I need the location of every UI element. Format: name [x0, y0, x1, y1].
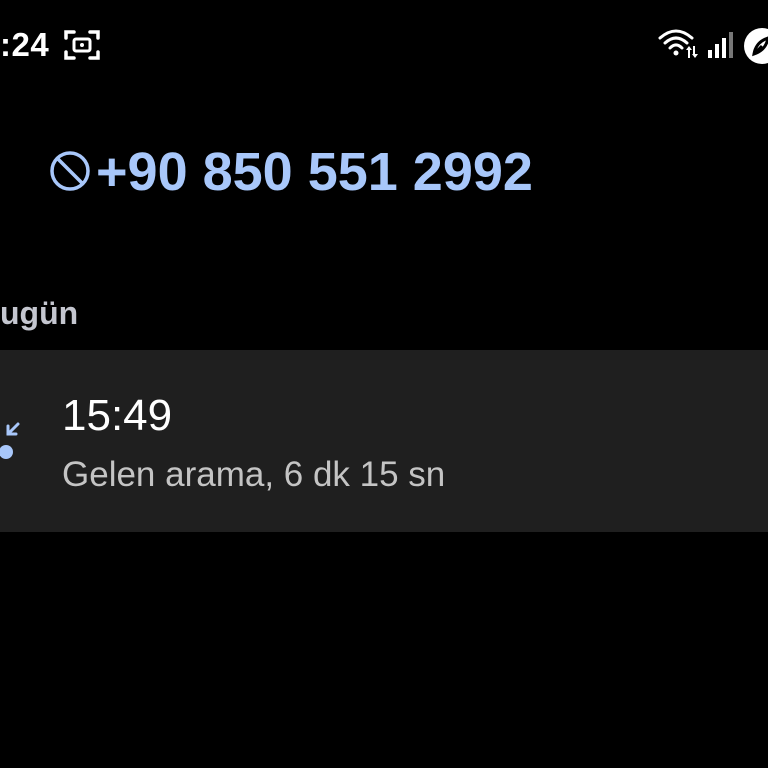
- blocked-icon: [48, 149, 92, 193]
- call-details-screen: :24 +90 850 551 2992 ugün 15:49 Gelen ar…: [0, 0, 768, 768]
- wifi-icon: [657, 26, 699, 60]
- call-description: Gelen arama, 6 dk 15 sn: [62, 455, 446, 494]
- app-icon: [742, 26, 768, 66]
- section-header-today: ugün: [0, 295, 79, 331]
- status-time: :24: [0, 26, 50, 63]
- signal-icon: [706, 30, 736, 60]
- call-time: 15:49: [62, 391, 173, 440]
- status-bar: :24: [0, 0, 768, 90]
- phone-number[interactable]: +90 850 551 2992: [96, 142, 533, 202]
- screenshot-icon: [64, 28, 100, 62]
- incoming-call-icon: [0, 420, 22, 462]
